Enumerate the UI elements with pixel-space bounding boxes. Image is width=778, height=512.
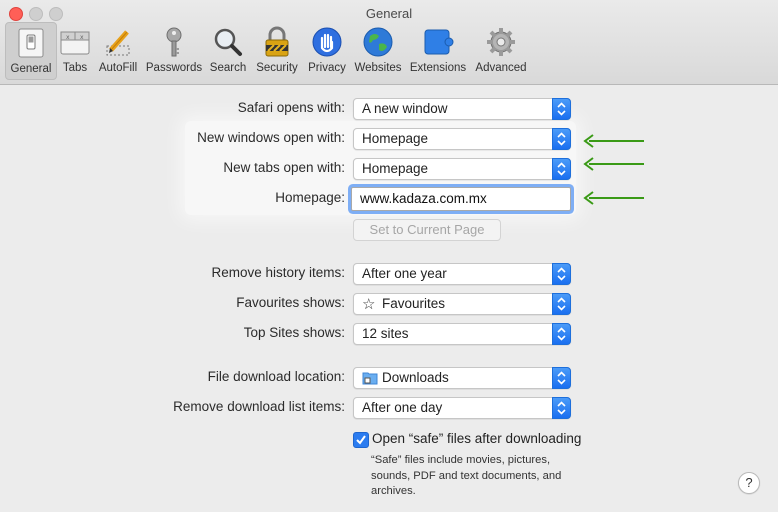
open-safe-files-label: Open “safe” files after downloading: [372, 431, 582, 446]
checkmark-icon: [356, 435, 366, 445]
chevron-updown-icon: [552, 263, 571, 285]
favourites-popup[interactable]: ☆ Favourites: [353, 293, 571, 315]
annotation-arrow-icon: [583, 157, 644, 171]
tab-label: Advanced: [475, 62, 527, 74]
new-windows-label: New windows open with:: [197, 130, 345, 145]
autofill-pencil-icon: [101, 26, 135, 58]
magnifier-icon: [211, 26, 245, 58]
popup-value: 12 sites: [362, 326, 409, 341]
general-switch-icon: [14, 27, 48, 59]
annotation-arrow-icon: [583, 134, 644, 148]
top-sites-popup[interactable]: 12 sites: [353, 323, 571, 345]
download-location-popup[interactable]: Downloads: [353, 367, 571, 389]
remove-history-popup[interactable]: After one year: [353, 263, 571, 285]
homepage-label: Homepage:: [275, 190, 345, 205]
key-icon: [157, 26, 191, 58]
tab-label: Tabs: [62, 62, 88, 74]
tab-extensions[interactable]: Extensions: [408, 22, 468, 78]
new-windows-popup[interactable]: Homepage: [353, 128, 571, 150]
download-location-label: File download location:: [207, 369, 345, 384]
padlock-icon: [260, 26, 294, 58]
tabs-icon: x x: [58, 26, 92, 58]
puzzle-compass-icon: [421, 26, 455, 58]
tab-tabs[interactable]: x x Tabs: [58, 22, 92, 78]
chevron-updown-icon: [552, 293, 571, 315]
tab-label: Passwords: [145, 62, 203, 74]
svg-text:x: x: [80, 34, 84, 41]
homepage-value: www.kadaza.com.mx: [360, 191, 487, 206]
hand-icon: [310, 26, 344, 58]
new-tabs-label: New tabs open with:: [223, 160, 345, 175]
tab-label: Extensions: [409, 62, 467, 74]
popup-value: Homepage: [362, 131, 429, 146]
chevron-updown-icon: [552, 98, 571, 120]
chevron-updown-icon: [552, 158, 571, 180]
tab-label: Websites: [354, 62, 402, 74]
tab-label: General: [10, 63, 52, 75]
help-button[interactable]: ?: [738, 472, 760, 494]
chevron-updown-icon: [552, 397, 571, 419]
tab-websites[interactable]: Websites: [352, 22, 404, 78]
safe-files-note: “Safe” files include movies, pictures, s…: [371, 454, 562, 497]
popup-value: Favourites: [382, 296, 446, 311]
top-sites-label: Top Sites shows:: [243, 325, 345, 340]
window-title: General: [365, 6, 413, 21]
svg-text:x: x: [66, 34, 70, 41]
remove-history-label: Remove history items:: [211, 265, 345, 280]
tab-privacy[interactable]: Privacy: [305, 22, 349, 78]
popup-value: Downloads: [382, 370, 449, 385]
chevron-updown-icon: [552, 323, 571, 345]
popup-value: After one day: [362, 400, 443, 415]
star-outline-icon: ☆: [362, 296, 376, 313]
popup-value: Homepage: [362, 161, 429, 176]
tab-general[interactable]: General: [5, 22, 57, 80]
open-safe-files-checkbox[interactable]: [353, 432, 369, 448]
safari-opens-label: Safari opens with:: [237, 100, 345, 115]
homepage-field[interactable]: www.kadaza.com.mx: [351, 187, 571, 211]
remove-download-popup[interactable]: After one day: [353, 397, 571, 419]
popup-value: A new window: [362, 101, 448, 116]
tab-autofill[interactable]: AutoFill: [96, 22, 140, 78]
tab-advanced[interactable]: Advanced: [473, 22, 529, 78]
tab-label: AutoFill: [98, 62, 138, 74]
chevron-updown-icon: [552, 367, 571, 389]
tab-label: Privacy: [308, 62, 346, 74]
popup-value: After one year: [362, 266, 447, 281]
tab-search[interactable]: Search: [208, 22, 248, 78]
preferences-window: General General x x Tabs AutoFill Passwo…: [0, 0, 778, 512]
titlebar: General General x x Tabs AutoFill Passwo…: [0, 0, 778, 85]
annotation-arrow-icon: [583, 191, 644, 205]
chevron-updown-icon: [552, 128, 571, 150]
new-tabs-popup[interactable]: Homepage: [353, 158, 571, 180]
tab-label: Security: [256, 62, 298, 74]
favourites-label: Favourites shows:: [236, 295, 345, 310]
remove-download-label: Remove download list items:: [173, 399, 345, 414]
tab-passwords[interactable]: Passwords: [145, 22, 203, 78]
tab-security[interactable]: Security: [253, 22, 301, 78]
tab-label: Search: [209, 62, 247, 74]
safari-opens-popup[interactable]: A new window: [353, 98, 571, 120]
downloads-folder-icon: [362, 371, 378, 388]
gear-icon: [484, 26, 518, 58]
globe-icon: [361, 26, 395, 58]
set-to-current-page-button[interactable]: Set to Current Page: [353, 219, 501, 241]
